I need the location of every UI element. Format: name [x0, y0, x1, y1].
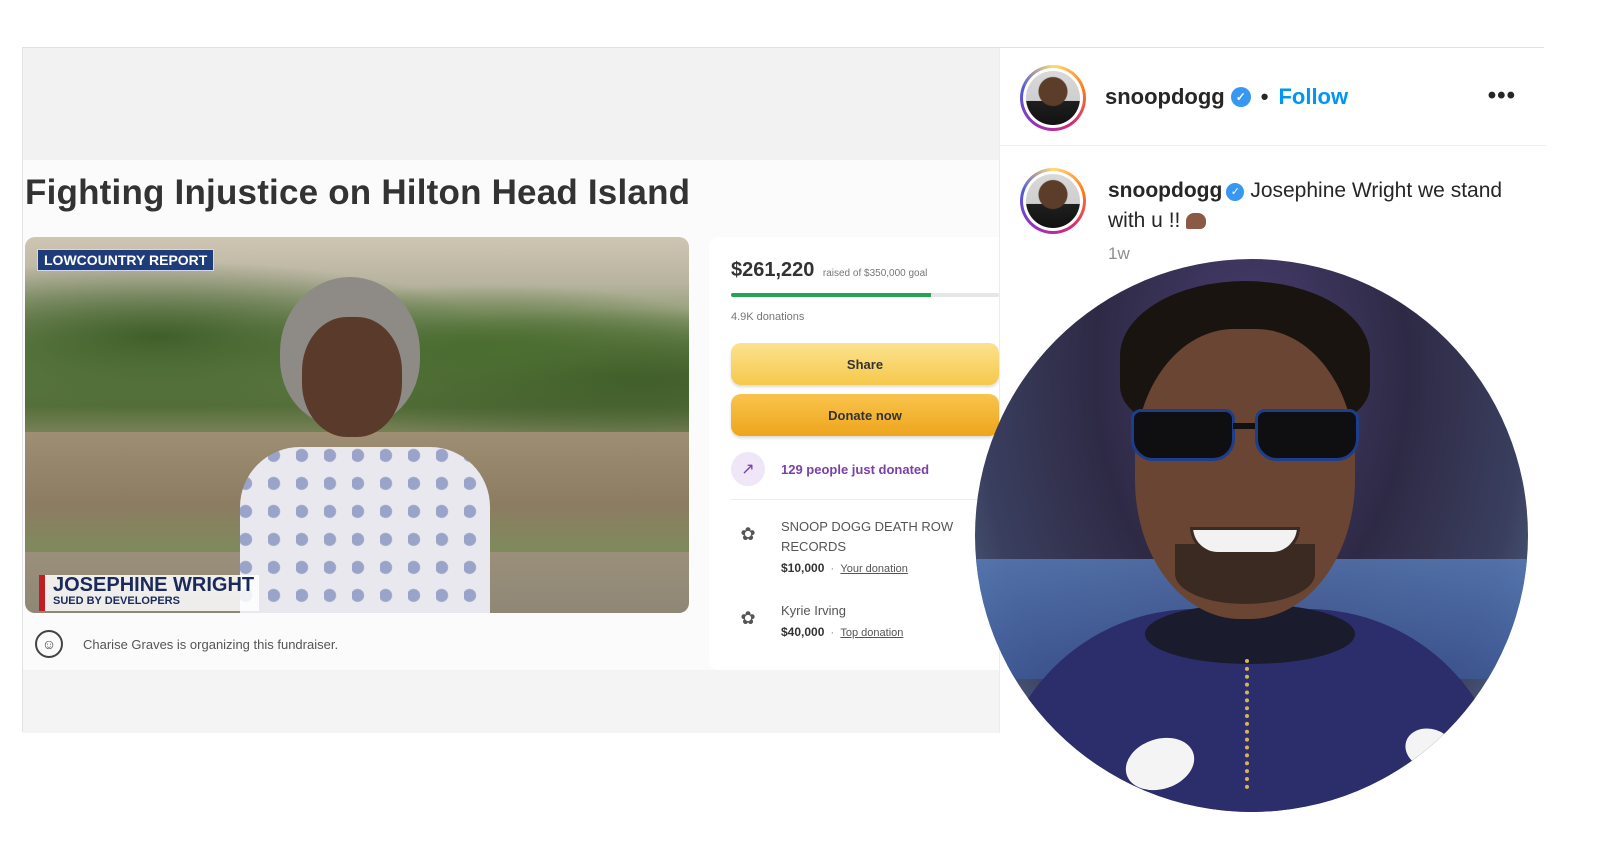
recent-donations-row: ↗ 129 people just donated: [731, 452, 929, 486]
news-lower-third: JOSEPHINE WRIGHT SUED BY DEVELOPERS: [39, 575, 259, 611]
raised-amount: $261,220: [731, 259, 815, 281]
progress-bar-fill: [731, 293, 931, 297]
portrait-smile: [1190, 527, 1300, 555]
donor-tag-link[interactable]: Top donation: [840, 627, 903, 639]
post-header: snoopdogg ✓ • Follow •••: [1000, 48, 1546, 146]
progress-bar: [731, 293, 999, 297]
donor-amount: $40,000: [781, 625, 825, 639]
user-icon: ☺: [35, 630, 63, 658]
donate-now-button[interactable]: Donate now: [731, 394, 999, 436]
separator: ·: [830, 561, 835, 575]
donor-amount: $10,000: [781, 561, 825, 575]
sunglasses-bridge: [1233, 423, 1257, 429]
portrait-photo: [975, 259, 1528, 812]
news-tag: LOWCOUNTRY REPORT: [37, 249, 215, 271]
donor-item: ✿ Kyrie Irving $40,000 · Top donation: [731, 601, 981, 644]
sunglasses: [1125, 409, 1365, 465]
donor-name: Kyrie Irving: [781, 603, 847, 618]
person-face: [302, 317, 402, 437]
fundraiser-title: Fighting Injustice on Hilton Head Island: [25, 173, 691, 212]
recent-donations-text: 129 people just donated: [781, 461, 930, 477]
lower-third-subtitle: SUED BY DEVELOPERS: [53, 595, 180, 607]
caption-avatar[interactable]: [1020, 168, 1086, 234]
post-author: snoopdogg ✓ • Follow: [1105, 84, 1348, 110]
donor-name: SNOOP DOGG DEATH ROW RECORDS: [781, 519, 954, 554]
trending-icon: ↗: [731, 452, 765, 486]
donor-badge-icon: ✿: [740, 607, 756, 628]
username-link[interactable]: snoopdogg: [1105, 84, 1225, 110]
more-options-icon[interactable]: •••: [1488, 82, 1516, 110]
lower-third-name: JOSEPHINE WRIGHT: [53, 574, 255, 596]
fundraiser-panel: Fighting Injustice on Hilton Head Island…: [23, 48, 999, 733]
post-timestamp: 1w: [1108, 244, 1130, 263]
donor-meta: $10,000 · Your donation: [781, 557, 981, 580]
separator-dot: •: [1260, 84, 1269, 109]
caption-username[interactable]: snoopdogg: [1108, 179, 1222, 202]
person-dress: [240, 447, 490, 613]
donor-tag-link[interactable]: Your donation: [840, 563, 908, 575]
video-person: [240, 277, 490, 613]
portrait-chain: [1245, 659, 1255, 789]
sunglasses-lens: [1255, 409, 1359, 461]
divider: [731, 499, 999, 500]
avatar-image: [1026, 71, 1080, 125]
donor-info: SNOOP DOGG DEATH ROW RECORDS $10,000 · You…: [781, 517, 981, 580]
donor-badge-icon: ✿: [740, 523, 756, 544]
fundraiser-video[interactable]: LOWCOUNTRY REPORT JOSEPHINE WRIGHT SUED …: [25, 237, 689, 613]
sunglasses-lens: [1131, 409, 1235, 461]
avatar-image: [1026, 174, 1080, 228]
donor-meta: $40,000 · Top donation: [781, 621, 981, 644]
donor-item: ✿ SNOOP DOGG DEATH ROW RECORDS $10,000 · Y…: [731, 517, 981, 580]
donor-info: Kyrie Irving $40,000 · Top donation: [781, 601, 981, 644]
follow-button[interactable]: Follow: [1278, 84, 1348, 110]
verified-check-icon: ✓: [1226, 183, 1245, 201]
organizer-text: Charise Graves is organizing this fundra…: [83, 636, 339, 652]
avatar[interactable]: [1020, 65, 1086, 131]
organizer-row: ☺ Charise Graves is organizing this fund…: [35, 630, 338, 658]
verified-check-icon: ✓: [1230, 87, 1251, 107]
post-caption: snoopdogg ✓ Josephine Wright we stand with…: [1108, 176, 1528, 236]
fundraiser-header-area: [23, 48, 999, 160]
separator: ·: [830, 625, 835, 639]
raised-summary: $261,220 raised of $350,000 goal: [731, 259, 927, 282]
donations-count: 4.9K donations: [731, 311, 805, 323]
goal-text: raised of $350,000 goal: [822, 268, 928, 279]
flexed-arm-icon: [1186, 213, 1207, 229]
donation-card: $261,220 raised of $350,000 goal 4.9K do…: [709, 237, 999, 670]
share-button[interactable]: Share: [731, 343, 999, 385]
